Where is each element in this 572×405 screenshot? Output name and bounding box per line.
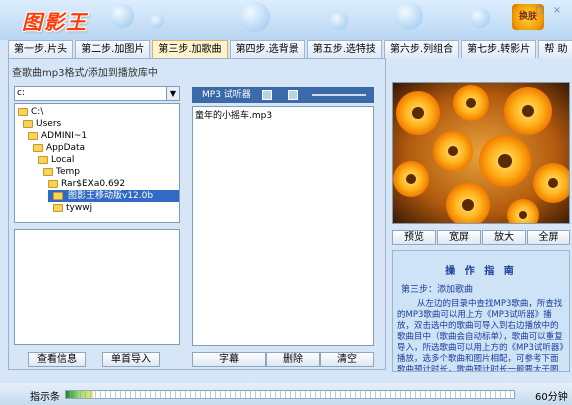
tree-item[interactable]: Local bbox=[38, 154, 74, 166]
tab-step2-add-pictures[interactable]: 第二步.加图片 bbox=[75, 40, 151, 58]
indicator-time: 60分钟 bbox=[535, 392, 568, 403]
maximize-icon[interactable]: □ bbox=[533, 5, 547, 17]
tree-item[interactable]: Rar$EXa0.692 bbox=[48, 178, 125, 190]
indicator-bar: 指示条 60分钟 bbox=[0, 383, 572, 405]
preview-button[interactable]: 预览 bbox=[392, 230, 436, 245]
folder-icon bbox=[38, 156, 48, 164]
tree-item-selected[interactable]: 图影王移动版v12.0b bbox=[48, 190, 179, 202]
bubble-decoration bbox=[330, 12, 348, 30]
step-tabs: 第一步.片头 第二步.加图片 第三步.加歌曲 第四步.选背景 第五步.选特技 第… bbox=[8, 40, 572, 58]
view-info-button[interactable]: 查看信息 bbox=[28, 352, 86, 367]
tree-item[interactable]: Users bbox=[23, 118, 61, 130]
single-import-button[interactable]: 单首导入 bbox=[102, 352, 160, 367]
guide-step: 第三步：添加歌曲 bbox=[401, 285, 474, 295]
tree-item[interactable]: AppData bbox=[33, 142, 85, 154]
app-logo: 图影王 bbox=[22, 10, 88, 34]
preview-image bbox=[392, 82, 570, 224]
tab-step1-title[interactable]: 第一步.片头 bbox=[8, 40, 74, 58]
chevron-down-icon[interactable]: ▼ bbox=[166, 87, 179, 100]
folder-icon bbox=[23, 120, 33, 128]
guide-title: 操 作 指 南 bbox=[445, 266, 517, 277]
window-controls: – □ × bbox=[516, 5, 564, 17]
play-icon[interactable] bbox=[262, 90, 272, 100]
bubble-decoration bbox=[150, 14, 164, 28]
indicator-label: 指示条 bbox=[30, 392, 60, 403]
folder-icon bbox=[33, 144, 43, 152]
tree-item[interactable]: C:\ bbox=[18, 106, 43, 118]
close-icon[interactable]: × bbox=[550, 5, 564, 17]
zoom-button[interactable]: 放大 bbox=[482, 230, 526, 245]
guide-text: 从左边的目录中查找MP3歌曲，所查找的MP3歌曲可以用上方《MP3试听器》播放，… bbox=[397, 299, 564, 372]
flowers-image bbox=[393, 83, 569, 223]
subtitle-button[interactable]: 字幕 bbox=[192, 352, 266, 367]
tree-item[interactable]: ADMINI~1 bbox=[28, 130, 87, 142]
stop-icon[interactable] bbox=[288, 90, 298, 100]
folder-tree[interactable]: C:\ Users ADMINI~1 AppData Local Temp Ra… bbox=[14, 103, 180, 223]
indicator-track bbox=[65, 390, 515, 399]
bubble-decoration bbox=[240, 2, 270, 32]
delete-button[interactable]: 删除 bbox=[266, 352, 320, 367]
tree-item[interactable]: Temp bbox=[43, 166, 80, 178]
indicator-ticks bbox=[66, 391, 514, 398]
bubble-decoration bbox=[110, 4, 134, 28]
drive-value: c: bbox=[17, 88, 25, 98]
bubble-decoration bbox=[395, 2, 423, 30]
operation-guide: 操 作 指 南 第三步：添加歌曲 从左边的目录中查找MP3歌曲，所查找的MP3歌… bbox=[392, 250, 570, 372]
fullscreen-button[interactable]: 全屏 bbox=[527, 230, 570, 245]
minimize-icon[interactable]: – bbox=[516, 5, 530, 17]
title-bar: 图影王 换肤 – □ × bbox=[0, 0, 572, 40]
tab-step3-add-songs[interactable]: 第三步.加歌曲 bbox=[152, 40, 228, 58]
folder-icon bbox=[18, 108, 28, 116]
music-file-list[interactable] bbox=[14, 229, 180, 345]
tab-step4-choose-background[interactable]: 第四步.选背景 bbox=[229, 40, 305, 58]
folder-icon bbox=[48, 180, 58, 188]
tree-item[interactable]: tywwj bbox=[53, 202, 92, 214]
playlist-item[interactable]: 童年的小摇车.mp3 bbox=[195, 110, 371, 122]
volume-slider[interactable] bbox=[312, 94, 366, 96]
song-search-group-label: 查歌曲mp3格式/添加到播放库中 bbox=[10, 64, 160, 79]
tab-step5-choose-effects[interactable]: 第五步.选特技 bbox=[306, 40, 382, 58]
folder-open-icon bbox=[53, 192, 63, 200]
folder-icon bbox=[53, 204, 63, 212]
mp3-player-bar: MP3 试听器 bbox=[192, 87, 374, 103]
tab-step7-convert-movie[interactable]: 第七步.转影片 bbox=[461, 40, 537, 58]
song-playlist[interactable]: 童年的小摇车.mp3 bbox=[192, 106, 374, 346]
drive-select[interactable]: c: ▼ bbox=[14, 86, 180, 101]
tab-step6-combine[interactable]: 第六步.列组合 bbox=[383, 40, 460, 58]
mp3-player-title: MP3 试听器 bbox=[202, 90, 251, 100]
bubble-decoration bbox=[470, 8, 490, 28]
folder-icon bbox=[43, 168, 53, 176]
tab-help[interactable]: 帮 助 bbox=[538, 40, 572, 58]
clear-button[interactable]: 清空 bbox=[320, 352, 374, 367]
widescreen-button[interactable]: 宽屏 bbox=[437, 230, 481, 245]
folder-icon bbox=[28, 132, 38, 140]
